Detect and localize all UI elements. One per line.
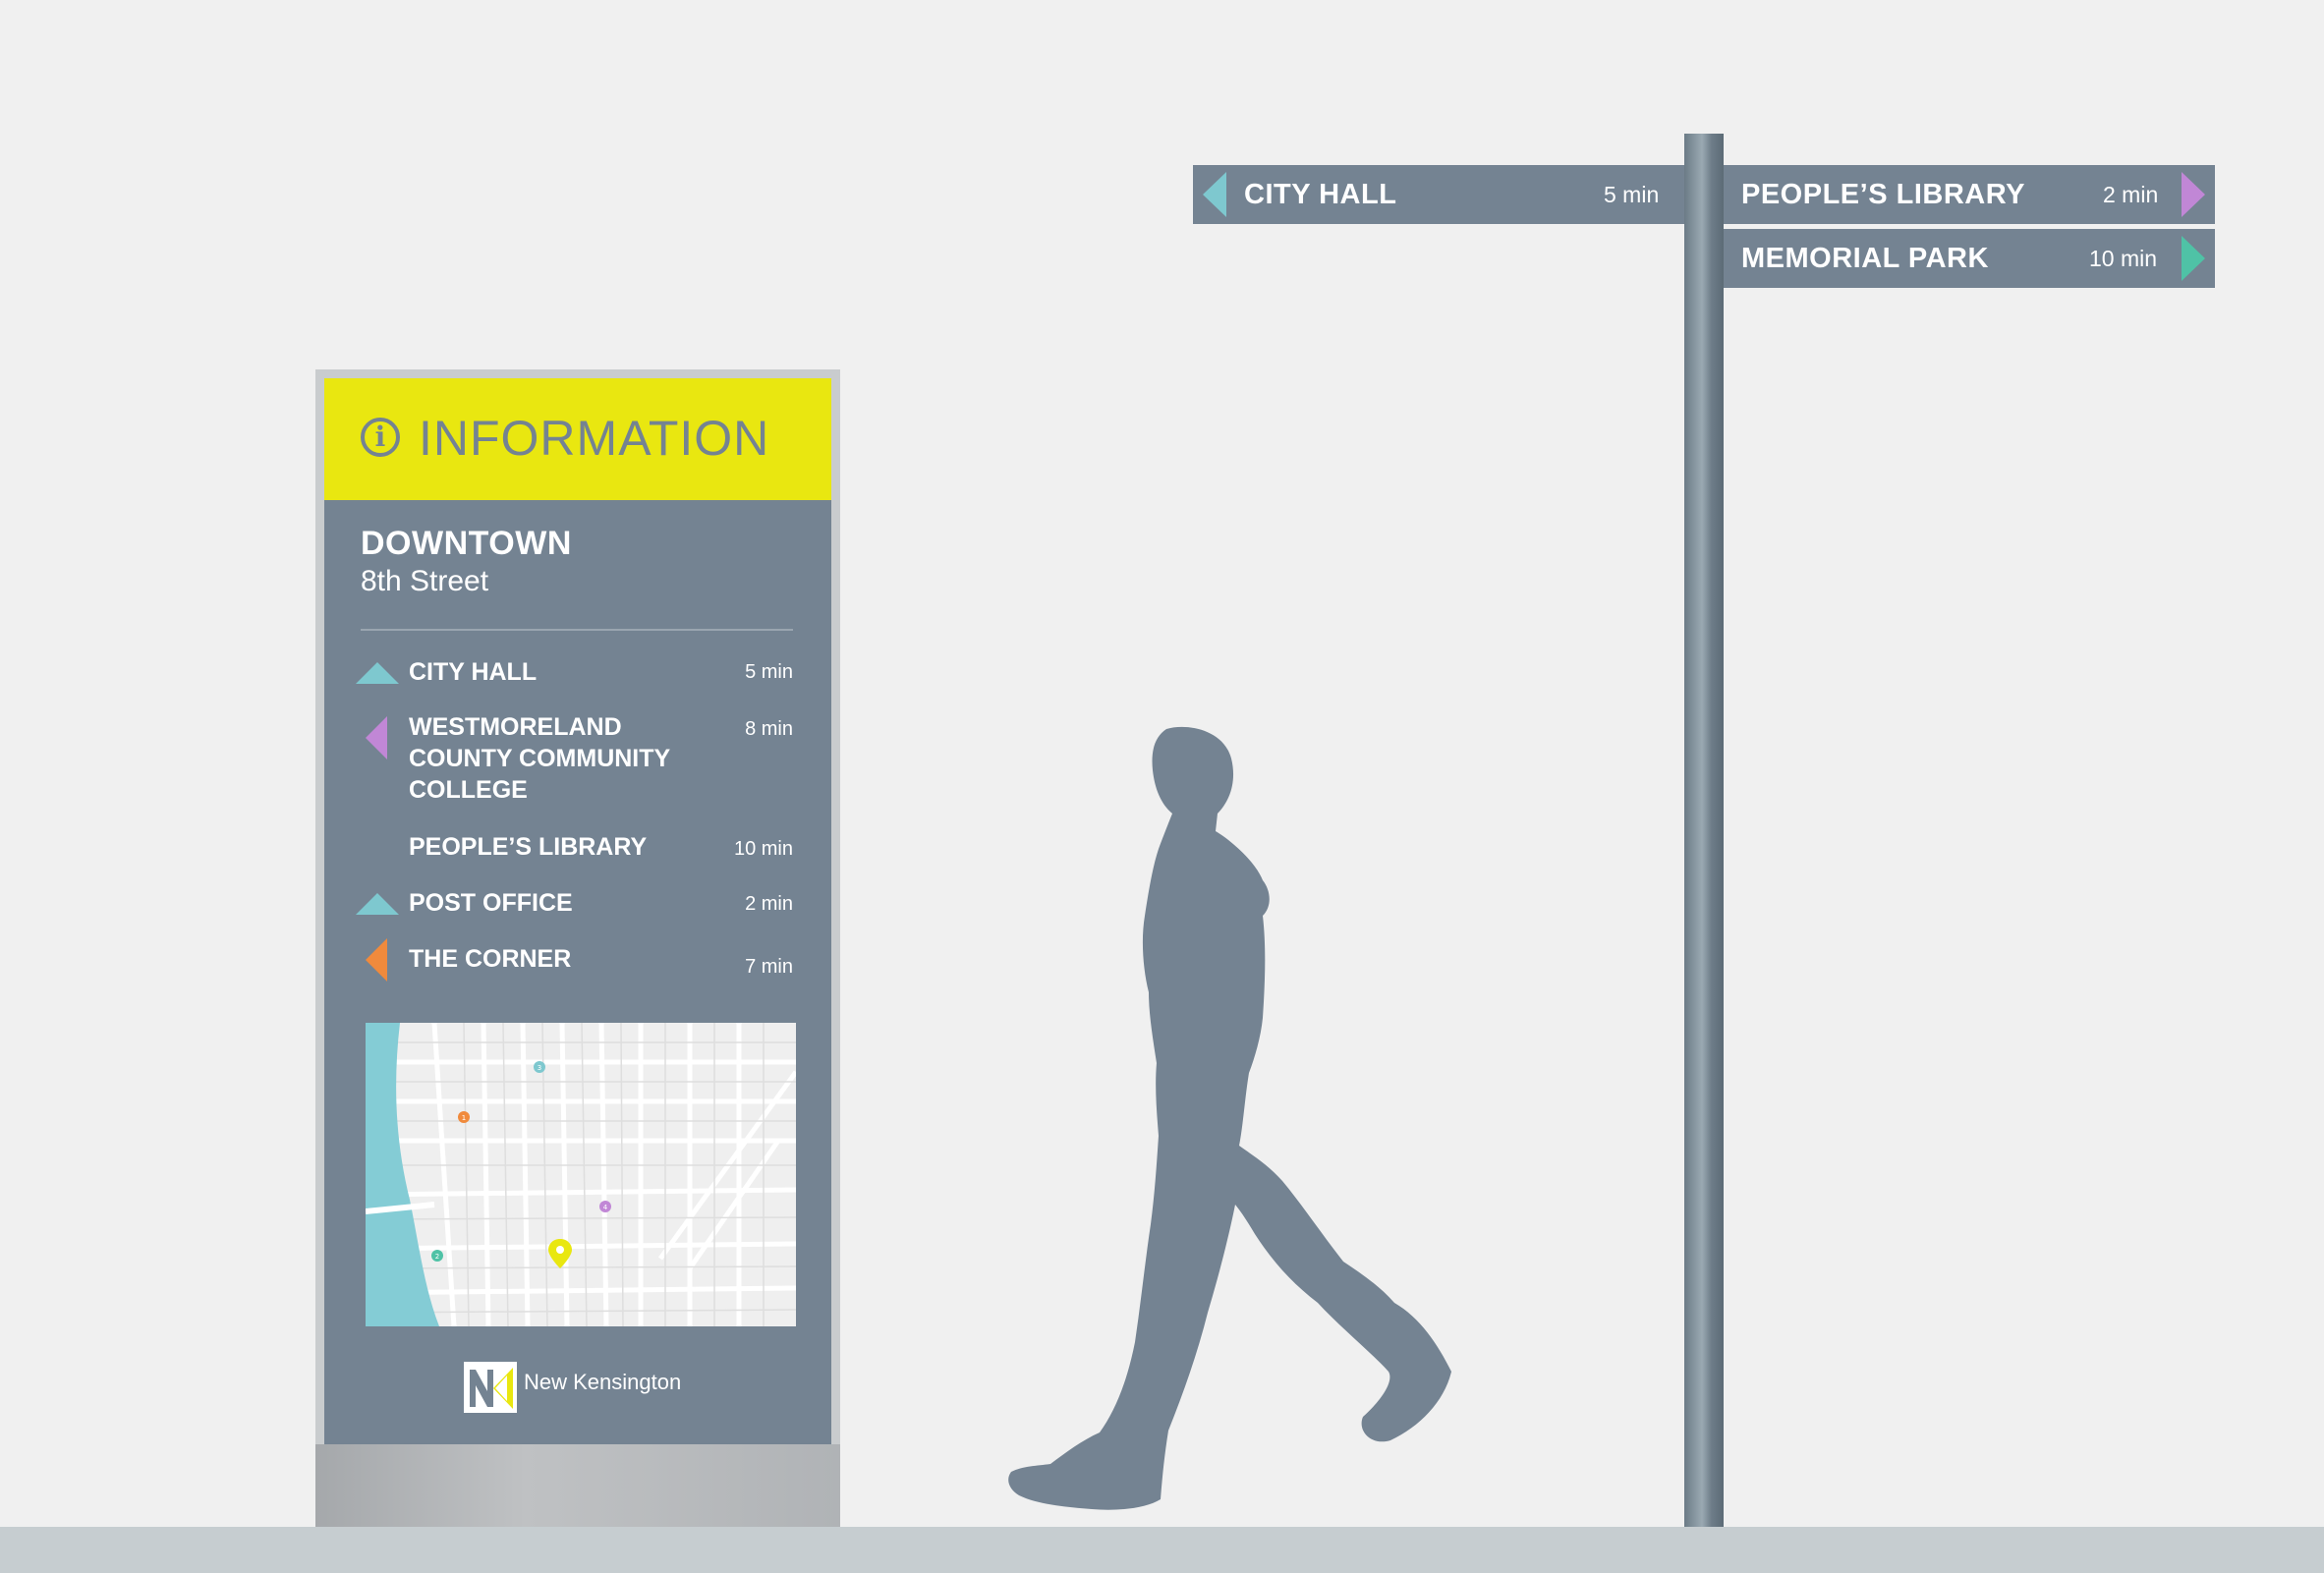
- dest-city-hall: CITY HALL: [409, 658, 538, 686]
- map-marker-1-label: 1: [462, 1114, 466, 1122]
- left-triangle-icon: [366, 938, 387, 982]
- blade-peoples-library-name: PEOPLE’S LIBRARY: [1741, 179, 2025, 210]
- info-circle-icon: i: [361, 418, 400, 457]
- district-name: DOWNTOWN: [361, 525, 572, 562]
- street-name: 8th Street: [361, 565, 489, 597]
- new-kensington-logo-text: New Kensington: [524, 1370, 682, 1394]
- left-triangle-icon: [366, 716, 387, 759]
- blade-memorial-park-name: MEMORIAL PARK: [1741, 243, 1989, 274]
- blade-city-hall-time: 5 min: [1604, 182, 1660, 207]
- dest-the-corner: THE CORNER: [409, 945, 572, 973]
- dest-post-office-time: 2 min: [745, 893, 793, 915]
- up-triangle-icon: [356, 662, 399, 684]
- dest-westmoreland-line-1: WESTMORELAND: [409, 713, 622, 741]
- blade-peoples-library-time: 2 min: [2103, 182, 2159, 207]
- dest-peoples-library: PEOPLE’S LIBRARY: [409, 833, 648, 861]
- dest-westmoreland-time: 8 min: [745, 718, 793, 740]
- new-kensington-logo-mark: [464, 1362, 517, 1413]
- map-marker-4-label: 4: [603, 1204, 608, 1211]
- dest-city-hall-time: 5 min: [745, 661, 793, 683]
- dest-westmoreland-line-2: COUNTY COMMUNITY: [409, 745, 671, 772]
- blade-memorial-park-time: 10 min: [2089, 246, 2158, 271]
- dest-the-corner-time: 7 min: [745, 956, 793, 978]
- info-totem-base: [315, 1444, 840, 1527]
- signpost-pole: [1684, 134, 1724, 1527]
- map-marker-3-label: 3: [538, 1064, 541, 1072]
- area-map: 3 1 4 2: [366, 1023, 796, 1326]
- info-header-title: INFORMATION: [419, 411, 770, 466]
- pedestrian-silhouette: [1008, 726, 1451, 1510]
- blade-city-hall-name: CITY HALL: [1244, 179, 1397, 210]
- map-graphic: 3 1 4 2: [366, 1023, 796, 1326]
- dest-westmoreland-line-3: COLLEGE: [409, 776, 528, 804]
- divider: [361, 629, 793, 631]
- map-marker-2-label: 2: [435, 1253, 439, 1261]
- dest-peoples-library-time: 10 min: [733, 838, 793, 860]
- right-arrow-icon: [2182, 172, 2205, 217]
- dest-post-office: POST OFFICE: [409, 889, 573, 917]
- up-triangle-icon: [356, 893, 399, 915]
- left-arrow-icon: [1203, 172, 1226, 217]
- right-arrow-icon: [2182, 236, 2205, 281]
